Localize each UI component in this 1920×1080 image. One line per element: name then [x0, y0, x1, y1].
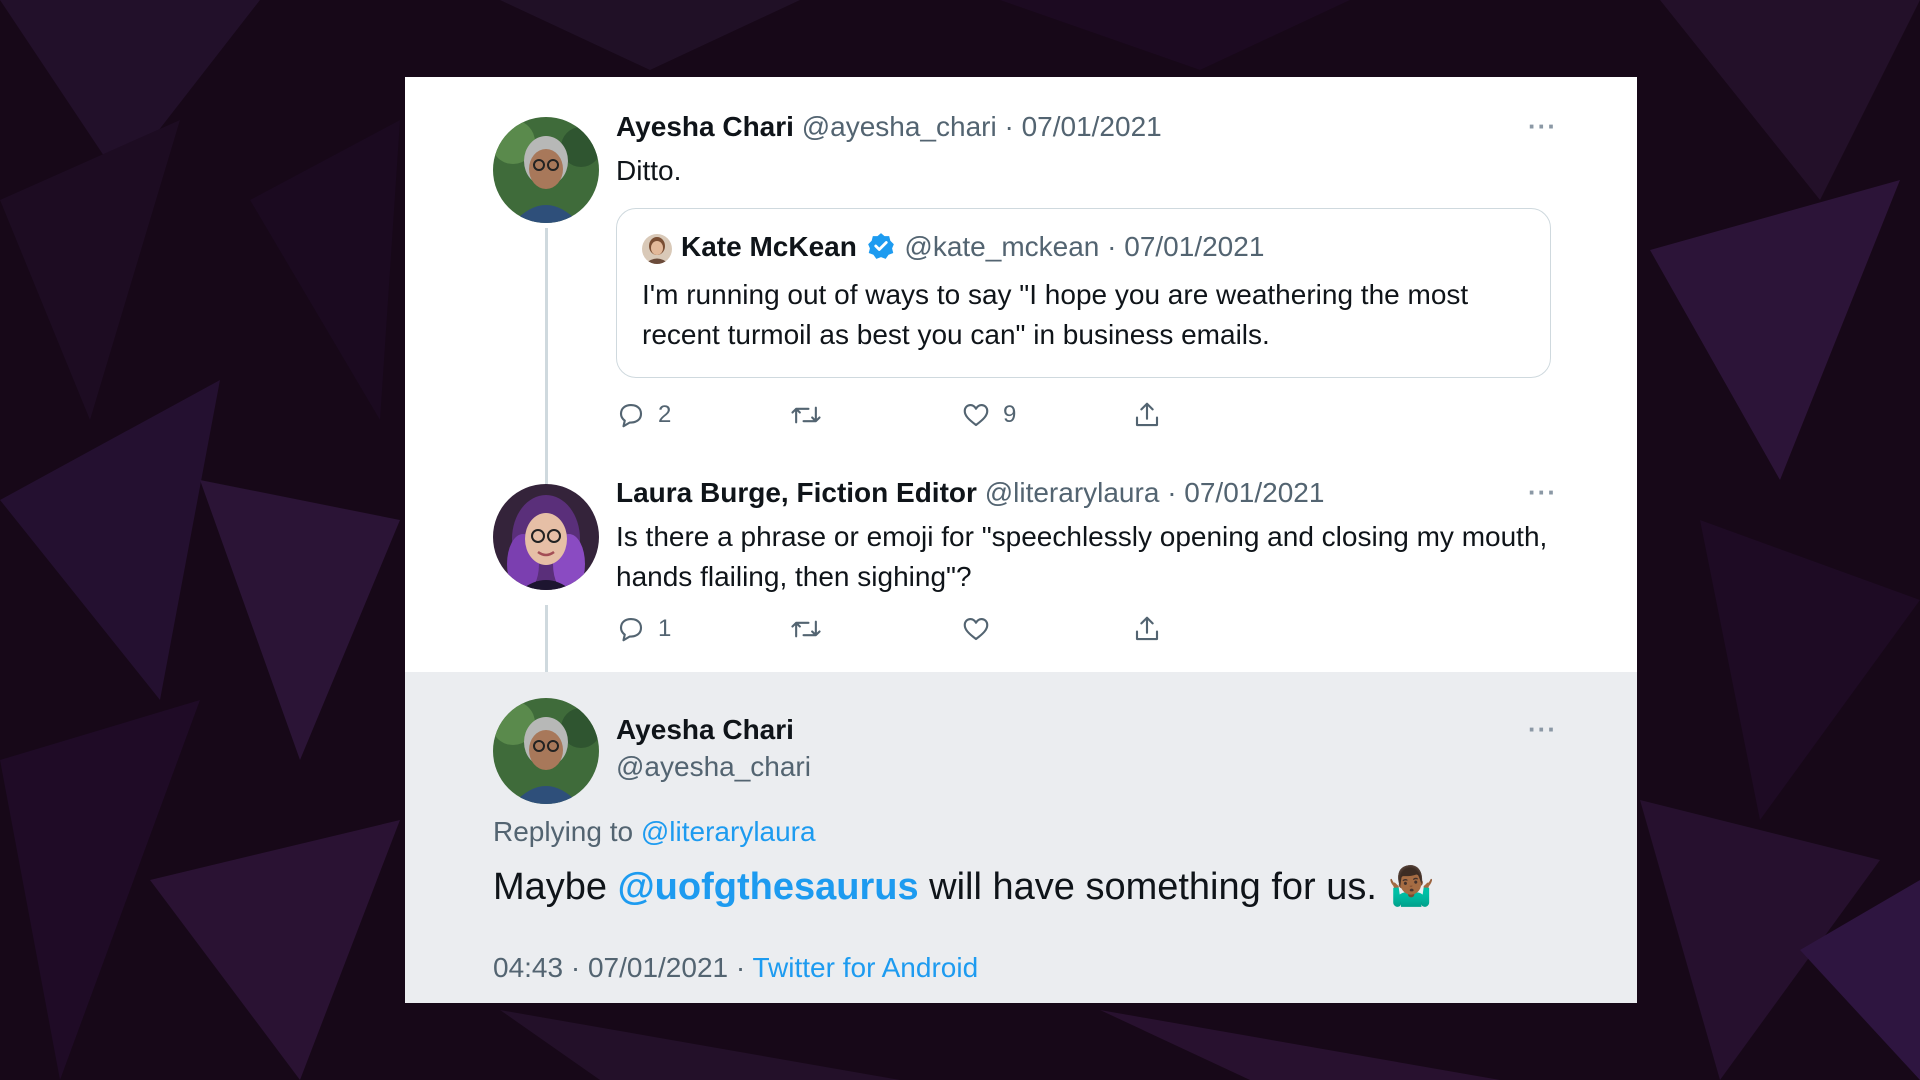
share-button[interactable]	[1132, 400, 1162, 430]
tweet-timestamp[interactable]: 04:43 · 07/01/2021 ·	[493, 952, 745, 983]
retweet-button[interactable]	[790, 614, 834, 644]
tweet-meta: 04:43 · 07/01/2021 · Twitter for Android	[493, 952, 978, 984]
heart-icon	[963, 617, 989, 641]
reply-icon	[619, 617, 643, 642]
share-button[interactable]	[1132, 614, 1162, 644]
more-options-icon[interactable]: ···	[1528, 477, 1557, 508]
author-name[interactable]: Laura Burge, Fiction Editor	[616, 477, 977, 508]
reply-count: 2	[658, 401, 672, 428]
retweet-button[interactable]	[790, 400, 834, 430]
main-tweet-text: Maybe @uofgthesaurus will have something…	[493, 863, 1553, 911]
tweet-text: Ditto.	[616, 155, 682, 186]
quoted-author-handle[interactable]: @kate_mckean	[904, 231, 1099, 262]
quoted-date[interactable]: · 07/01/2021	[1107, 231, 1264, 262]
author-name[interactable]: Ayesha Chari	[616, 714, 794, 745]
tweet-actions: 1	[616, 614, 1216, 654]
reply-button[interactable]: 1	[616, 614, 671, 644]
shrug-emoji: 🤷🏾‍♂️	[1387, 866, 1435, 908]
reply-button[interactable]: 2	[616, 400, 671, 430]
replying-label: Replying to	[493, 816, 634, 847]
tweet-header: Laura Burge, Fiction Editor @literarylau…	[616, 477, 1324, 509]
like-button[interactable]	[961, 614, 1003, 644]
replying-to: Replying to @literarylaura	[493, 816, 816, 848]
avatar[interactable]	[493, 698, 599, 804]
mention-link[interactable]: @uofgthesaurus	[618, 866, 919, 908]
quoted-tweet[interactable]: Kate McKean @kate_mckean · 07/01/2021 I'…	[616, 208, 1551, 378]
quoted-author-name[interactable]: Kate McKean	[681, 231, 857, 262]
avatar[interactable]	[493, 484, 599, 590]
avatar[interactable]	[493, 117, 599, 223]
tweet-actions: 2 9	[616, 400, 1216, 440]
verified-badge-icon	[867, 233, 894, 259]
quoted-header: Kate McKean @kate_mckean · 07/01/2021	[681, 231, 1264, 263]
retweet-icon	[791, 406, 821, 424]
author-handle[interactable]: @ayesha_chari	[616, 751, 811, 783]
heart-icon	[963, 403, 989, 427]
retweet-icon	[791, 620, 821, 638]
tweet-source-link[interactable]: Twitter for Android	[752, 952, 978, 983]
share-icon	[1135, 616, 1159, 641]
author-name[interactable]: Ayesha Chari	[616, 111, 794, 142]
quoted-avatar	[642, 234, 672, 264]
more-options-icon[interactable]: ···	[1528, 111, 1557, 142]
tweet-text: Is there a phrase or emoji for "speechle…	[616, 521, 1548, 592]
main-tweet-content: Ayesha Chari @ayesha_chari ··· Replying …	[405, 672, 1637, 1003]
tweet-header: Ayesha Chari @ayesha_chari · 07/01/2021	[616, 111, 1162, 143]
like-button[interactable]: 9	[961, 400, 1016, 430]
share-icon	[1135, 402, 1159, 427]
text-before: Maybe	[493, 866, 608, 908]
reply-count: 1	[658, 615, 672, 642]
tweet-date[interactable]: · 07/01/2021	[1004, 111, 1161, 142]
replying-handle-link[interactable]: @literarylaura	[641, 816, 816, 847]
author-handle[interactable]: @ayesha_chari	[802, 111, 997, 142]
reply-icon	[619, 403, 643, 428]
text-after: will have something for us.	[929, 866, 1377, 908]
main-author-name-wrap: Ayesha Chari	[616, 714, 794, 746]
thread-connector-line	[545, 605, 548, 672]
more-options-icon[interactable]: ···	[1528, 714, 1557, 745]
quoted-text: I'm running out of ways to say "I hope y…	[642, 279, 1469, 350]
like-count: 9	[1003, 401, 1017, 428]
tweet-date[interactable]: · 07/01/2021	[1167, 477, 1324, 508]
author-handle[interactable]: @literarylaura	[985, 477, 1160, 508]
